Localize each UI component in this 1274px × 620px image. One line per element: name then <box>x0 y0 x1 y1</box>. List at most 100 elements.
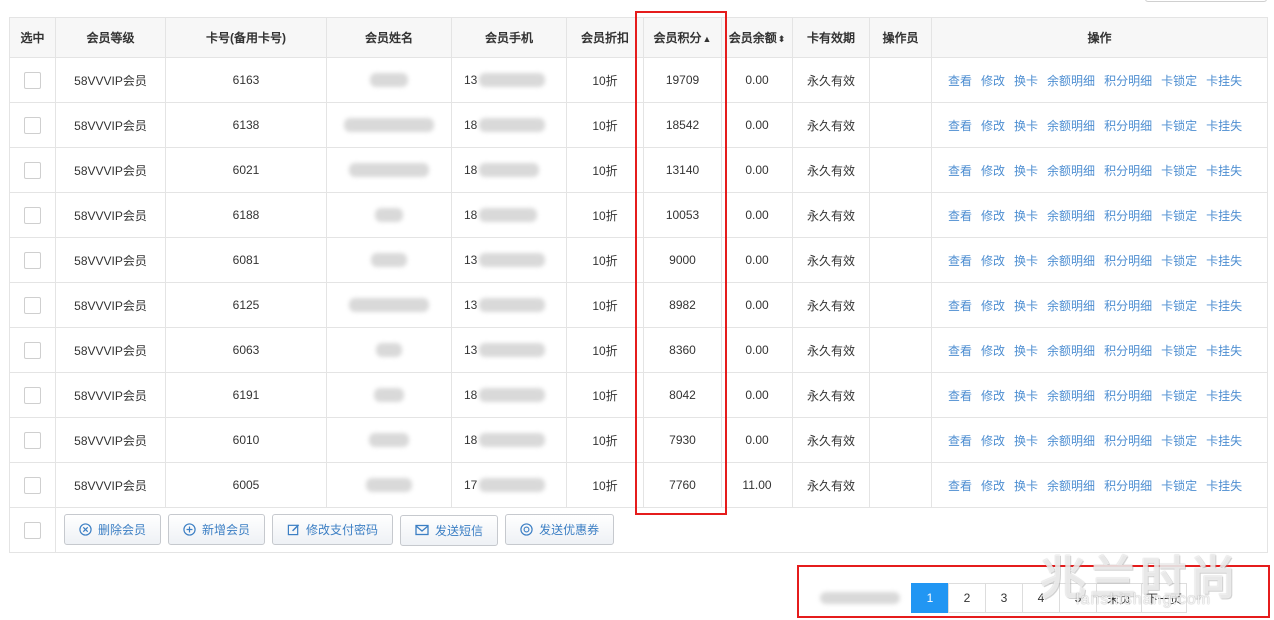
page-4[interactable]: 4 <box>1022 583 1060 613</box>
action-link-6[interactable]: 卡锁定 <box>1161 254 1197 268</box>
action-link-6[interactable]: 卡锁定 <box>1161 299 1197 313</box>
action-link-5[interactable]: 积分明细 <box>1104 209 1152 223</box>
action-link-7[interactable]: 卡挂失 <box>1206 344 1242 358</box>
action-link-1[interactable]: 查看 <box>948 119 972 133</box>
action-link-4[interactable]: 余额明细 <box>1047 209 1095 223</box>
footer-button-1[interactable]: 删除会员 <box>64 514 162 546</box>
action-link-7[interactable]: 卡挂失 <box>1206 479 1242 493</box>
action-link-7[interactable]: 卡挂失 <box>1206 74 1242 88</box>
footer-button-2[interactable]: 新增会员 <box>168 514 266 546</box>
action-link-2[interactable]: 修改 <box>981 119 1005 133</box>
action-link-5[interactable]: 积分明细 <box>1104 254 1152 268</box>
action-link-2[interactable]: 修改 <box>981 479 1005 493</box>
action-link-2[interactable]: 修改 <box>981 434 1005 448</box>
action-link-6[interactable]: 卡锁定 <box>1161 344 1197 358</box>
action-link-4[interactable]: 余额明细 <box>1047 254 1095 268</box>
action-link-3[interactable]: 换卡 <box>1014 119 1038 133</box>
action-link-4[interactable]: 余额明细 <box>1047 119 1095 133</box>
action-link-6[interactable]: 卡锁定 <box>1161 434 1197 448</box>
action-link-4[interactable]: 余额明细 <box>1047 299 1095 313</box>
action-link-7[interactable]: 卡挂失 <box>1206 119 1242 133</box>
action-link-3[interactable]: 换卡 <box>1014 254 1038 268</box>
col-points[interactable]: 会员积分▲ <box>643 17 722 58</box>
action-link-4[interactable]: 余额明细 <box>1047 164 1095 178</box>
action-link-5[interactable]: 积分明细 <box>1104 164 1152 178</box>
action-link-3[interactable]: 换卡 <box>1014 479 1038 493</box>
action-link-3[interactable]: 换卡 <box>1014 434 1038 448</box>
action-link-6[interactable]: 卡锁定 <box>1161 119 1197 133</box>
footer-button-5[interactable]: 发送优惠券 <box>505 514 615 546</box>
action-link-5[interactable]: 积分明细 <box>1104 479 1152 493</box>
action-link-1[interactable]: 查看 <box>948 254 972 268</box>
row-checkbox[interactable] <box>24 386 41 404</box>
action-link-6[interactable]: 卡锁定 <box>1161 74 1197 88</box>
action-link-7[interactable]: 卡挂失 <box>1206 164 1242 178</box>
select-all-checkbox[interactable] <box>24 521 41 539</box>
action-link-3[interactable]: 换卡 <box>1014 74 1038 88</box>
page-2[interactable]: 2 <box>948 583 986 613</box>
action-link-2[interactable]: 修改 <box>981 164 1005 178</box>
col-balance[interactable]: 会员余额⬍ <box>721 17 793 58</box>
row-checkbox[interactable] <box>24 251 41 269</box>
row-checkbox[interactable] <box>24 296 41 314</box>
action-link-4[interactable]: 余额明细 <box>1047 74 1095 88</box>
sort-both-icon[interactable]: ⬍ <box>778 34 786 44</box>
action-link-1[interactable]: 查看 <box>948 209 972 223</box>
action-link-3[interactable]: 换卡 <box>1014 164 1038 178</box>
action-link-3[interactable]: 换卡 <box>1014 344 1038 358</box>
footer-button-4[interactable]: 发送短信 <box>400 514 499 546</box>
action-link-1[interactable]: 查看 <box>948 344 972 358</box>
last-page-button[interactable]: 末页 <box>1096 583 1142 613</box>
action-link-2[interactable]: 修改 <box>981 344 1005 358</box>
row-checkbox[interactable] <box>24 116 41 134</box>
action-link-7[interactable]: 卡挂失 <box>1206 254 1242 268</box>
page-3[interactable]: 3 <box>985 583 1023 613</box>
action-link-5[interactable]: 积分明细 <box>1104 119 1152 133</box>
action-link-1[interactable]: 查看 <box>948 479 972 493</box>
row-checkbox[interactable] <box>24 431 41 449</box>
action-link-5[interactable]: 积分明细 <box>1104 389 1152 403</box>
row-checkbox[interactable] <box>24 341 41 359</box>
action-link-3[interactable]: 换卡 <box>1014 389 1038 403</box>
phone-value: 13 <box>464 298 554 312</box>
row-checkbox[interactable] <box>24 71 41 89</box>
action-link-4[interactable]: 余额明细 <box>1047 434 1095 448</box>
action-link-3[interactable]: 换卡 <box>1014 209 1038 223</box>
action-link-4[interactable]: 余额明细 <box>1047 389 1095 403</box>
action-link-2[interactable]: 修改 <box>981 254 1005 268</box>
row-checkbox[interactable] <box>24 206 41 224</box>
action-link-6[interactable]: 卡锁定 <box>1161 164 1197 178</box>
action-link-1[interactable]: 查看 <box>948 389 972 403</box>
sort-asc-icon[interactable]: ▲ <box>703 34 712 44</box>
page-5[interactable]: 5 <box>1059 583 1097 613</box>
action-link-3[interactable]: 换卡 <box>1014 299 1038 313</box>
row-checkbox[interactable] <box>24 161 41 179</box>
next-page-button[interactable]: 下一页 <box>1141 583 1187 613</box>
action-link-1[interactable]: 查看 <box>948 299 972 313</box>
action-link-7[interactable]: 卡挂失 <box>1206 299 1242 313</box>
row-checkbox[interactable] <box>24 476 41 494</box>
footer-button-3[interactable]: 修改支付密码 <box>272 514 394 546</box>
action-link-1[interactable]: 查看 <box>948 164 972 178</box>
page-1[interactable]: 1 <box>911 583 949 613</box>
action-link-5[interactable]: 积分明细 <box>1104 299 1152 313</box>
action-link-2[interactable]: 修改 <box>981 389 1005 403</box>
action-link-6[interactable]: 卡锁定 <box>1161 209 1197 223</box>
action-link-6[interactable]: 卡锁定 <box>1161 479 1197 493</box>
action-link-2[interactable]: 修改 <box>981 74 1005 88</box>
action-link-4[interactable]: 余额明细 <box>1047 344 1095 358</box>
action-link-1[interactable]: 查看 <box>948 74 972 88</box>
action-link-2[interactable]: 修改 <box>981 299 1005 313</box>
action-link-6[interactable]: 卡锁定 <box>1161 389 1197 403</box>
member-name <box>326 237 452 283</box>
action-link-2[interactable]: 修改 <box>981 209 1005 223</box>
action-link-7[interactable]: 卡挂失 <box>1206 389 1242 403</box>
action-link-7[interactable]: 卡挂失 <box>1206 209 1242 223</box>
action-link-1[interactable]: 查看 <box>948 434 972 448</box>
redacted-phone <box>479 343 546 357</box>
action-link-5[interactable]: 积分明细 <box>1104 74 1152 88</box>
action-link-5[interactable]: 积分明细 <box>1104 344 1152 358</box>
action-link-7[interactable]: 卡挂失 <box>1206 434 1242 448</box>
action-link-4[interactable]: 余额明细 <box>1047 479 1095 493</box>
action-link-5[interactable]: 积分明细 <box>1104 434 1152 448</box>
